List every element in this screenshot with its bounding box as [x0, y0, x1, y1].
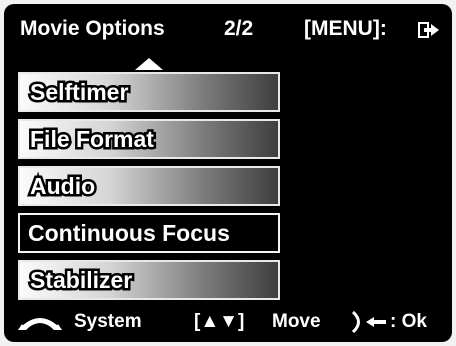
- menu-item-label: Continuous Focus: [28, 220, 230, 246]
- menu-item-file-format[interactable]: File Format: [18, 119, 280, 159]
- menu-item-continuous-focus[interactable]: Continuous Focus: [18, 213, 280, 253]
- menu-item-label: Selftimer: [27, 77, 130, 108]
- ok-label: : Ok: [390, 311, 427, 332]
- menu-header: Movie Options 2/2 [MENU]:: [4, 4, 452, 54]
- system-label: System: [74, 311, 142, 332]
- menu-item-stabilizer[interactable]: Stabilizer: [18, 260, 280, 300]
- menu-title: Movie Options: [20, 17, 165, 40]
- dial-ok-icon[interactable]: [350, 310, 390, 334]
- nav-arrows-hint: [▲▼]: [194, 311, 245, 332]
- system-arch-icon[interactable]: [16, 312, 64, 332]
- page-indicator: 2/2: [224, 17, 254, 40]
- footer-bar: System [▲▼] Move : Ok: [4, 300, 452, 342]
- menu-item-label: Stabilizer: [27, 265, 134, 296]
- exit-arrow-icon: [418, 22, 439, 38]
- move-label: Move: [272, 311, 321, 332]
- menu-button-hint[interactable]: [MENU]:: [304, 17, 387, 41]
- menu-list: Selftimer File Format Audio Continuous F…: [18, 72, 280, 307]
- menu-item-audio[interactable]: Audio: [18, 166, 280, 206]
- menu-item-label: File Format: [28, 124, 157, 155]
- menu-item-selftimer[interactable]: Selftimer: [18, 72, 280, 112]
- up-caret-icon: [135, 58, 163, 70]
- camera-menu-screen: Movie Options 2/2 [MENU]: Selftimer File…: [4, 4, 452, 342]
- menu-item-label: Audio: [27, 171, 97, 202]
